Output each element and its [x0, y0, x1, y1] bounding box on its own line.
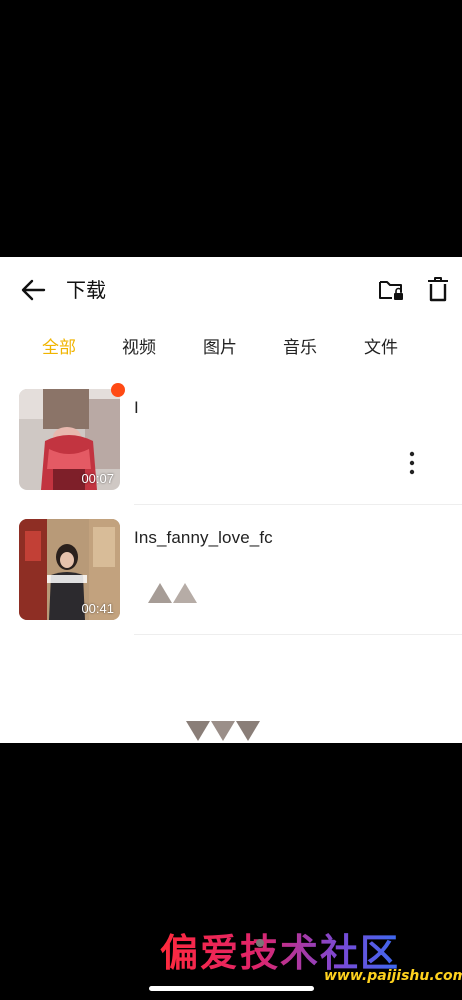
folder-button[interactable] [376, 276, 406, 304]
downloads-sheet: 下载 全部 视频 图片 音乐 文件 00:07 I 00:41 Ins_fann… [0, 257, 462, 743]
more-vertical-icon [409, 451, 415, 475]
trash-icon [428, 277, 448, 302]
video-duration: 00:07 [81, 471, 114, 486]
folder-lock-icon [379, 281, 403, 300]
tab-file[interactable]: 文件 [364, 337, 398, 359]
more-options-button[interactable] [402, 449, 422, 477]
back-button[interactable] [18, 277, 48, 303]
header: 下载 [0, 257, 462, 323]
video-thumbnail[interactable]: 00:41 [19, 519, 120, 620]
watermark-dot [256, 939, 264, 947]
file-name: I [134, 398, 139, 417]
tab-image[interactable]: 图片 [203, 337, 237, 359]
list-item[interactable]: 00:41 Ins_fanny_love_fc _08.mp4 [0, 505, 462, 635]
home-indicator[interactable] [149, 986, 314, 991]
list-item[interactable]: 00:07 I [0, 375, 462, 741]
tab-video[interactable]: 视频 [122, 337, 156, 359]
category-tabs: 全部 视频 图片 音乐 文件 [0, 329, 462, 371]
delete-button[interactable] [424, 275, 452, 305]
redaction-mask [148, 389, 428, 475]
video-duration: 00:41 [81, 601, 114, 616]
redaction-triangles [186, 721, 260, 741]
redaction-triangles [148, 583, 197, 603]
tab-all[interactable]: 全部 [42, 337, 76, 359]
row-divider [134, 634, 462, 635]
screen: 下载 全部 视频 图片 音乐 文件 00:07 I 00:41 Ins_fann… [0, 0, 462, 1000]
video-thumbnail[interactable]: 00:07 [19, 389, 120, 490]
watermark-logo: 偏爱技术社区 www.paijishu.com [156, 922, 462, 992]
watermark-url: www.paijishu.com [324, 968, 462, 984]
tab-music[interactable]: 音乐 [283, 337, 317, 359]
redaction-mask [276, 523, 372, 549]
new-indicator-dot [111, 383, 125, 397]
arrow-left-icon [21, 279, 46, 301]
page-title: 下载 [66, 278, 106, 302]
